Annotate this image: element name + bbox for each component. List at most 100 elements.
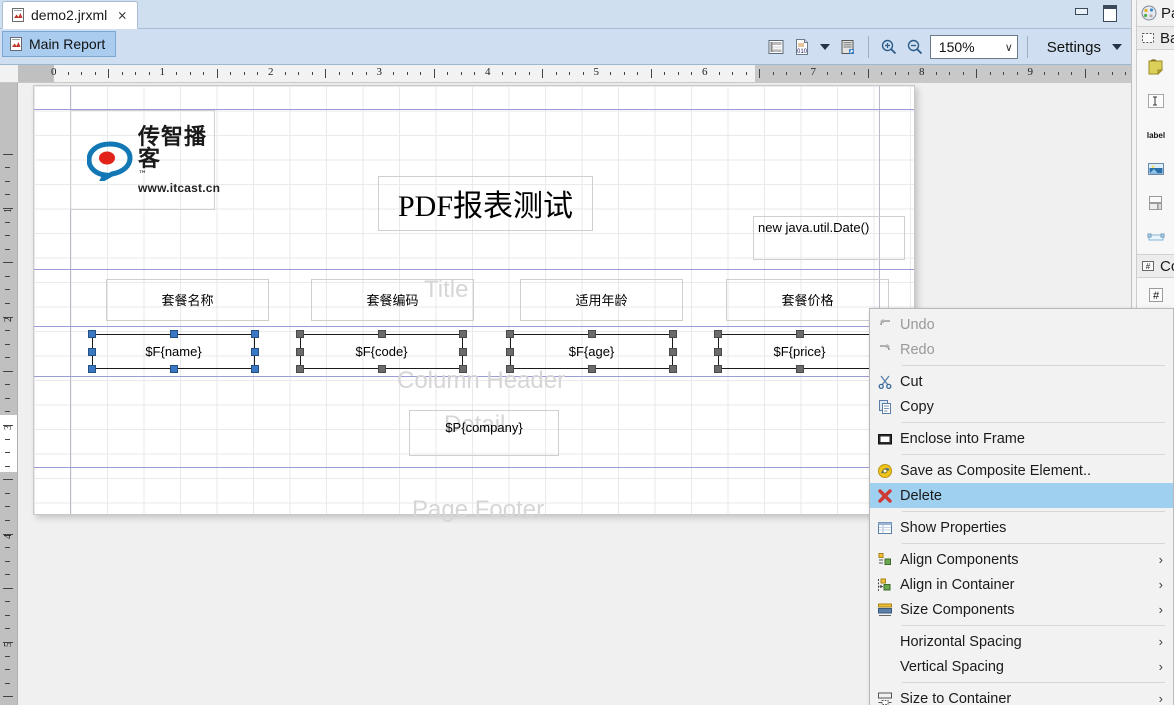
column-header-element-age[interactable]: 适用年龄 — [520, 279, 683, 321]
zoom-in-icon[interactable] — [878, 35, 900, 59]
logo-image-element[interactable]: 传智播客 ™ www.itcast.cn — [70, 110, 220, 210]
zoom-level-combobox[interactable]: 150% ∨ — [929, 35, 1018, 59]
palette-section-basic[interactable]: Basic — [1137, 26, 1174, 50]
resize-handle[interactable] — [506, 365, 514, 373]
menu-item-copy[interactable]: Copy — [870, 394, 1173, 419]
ruler-tick — [216, 69, 218, 78]
resize-handle[interactable] — [88, 347, 96, 356]
main-report-label: Main Report — [29, 36, 106, 52]
resize-handle[interactable] — [251, 330, 259, 338]
ruler-tick — [5, 682, 10, 684]
dataset-binary-icon[interactable]: 010 — [791, 35, 813, 59]
resize-handle[interactable] — [795, 330, 804, 338]
menu-item-size-components[interactable]: Size Components › — [870, 597, 1173, 622]
palette-section-components[interactable]: # Components — [1137, 254, 1174, 278]
report-page[interactable]: Title Column Header Detail Page Footer 传… — [33, 85, 915, 523]
ruler-tick — [5, 180, 10, 182]
maximize-icon[interactable] — [1101, 4, 1117, 22]
resize-handle[interactable] — [587, 365, 596, 373]
menu-item-save-as-composite-element[interactable]: Save as Composite Element.. — [870, 458, 1173, 483]
preview-icon[interactable] — [837, 35, 859, 59]
ruler-tick — [5, 492, 10, 494]
minimize-icon[interactable] — [1073, 4, 1089, 18]
page-footer-element[interactable]: $P{company} — [409, 410, 559, 456]
column-header-element-price[interactable]: 套餐价格 — [726, 279, 889, 321]
resize-handle[interactable] — [88, 330, 96, 338]
menu-item-size-to-container[interactable]: Size to Container › — [870, 686, 1173, 705]
detail-field-code[interactable]: $F{code} — [300, 334, 463, 369]
detail-field-name[interactable]: $F{name} — [92, 334, 255, 369]
menu-item-label: Save as Composite Element.. — [900, 462, 1092, 479]
resize-handle[interactable] — [714, 330, 722, 338]
palette-item-page-number[interactable]: # — [1137, 278, 1174, 312]
column-header-element-code[interactable]: 套餐编码 — [311, 279, 474, 321]
menu-item-horizontal-spacing[interactable]: Horizontal Spacing › — [870, 629, 1173, 654]
itcast-logo-mark — [87, 140, 133, 181]
detail-field-age[interactable]: $F{age} — [510, 334, 673, 369]
menu-item-cut[interactable]: Cut — [870, 369, 1173, 394]
frame-icon — [870, 428, 900, 450]
ruler-tick — [5, 519, 10, 521]
properties-icon — [870, 517, 900, 539]
horizontal-ruler: 0 1 2 3 4 5 6 7 8 9 — [0, 65, 1131, 83]
resize-handle[interactable] — [296, 330, 304, 338]
copy-icon — [870, 396, 900, 418]
zoom-out-icon[interactable] — [904, 35, 926, 59]
ruler-tick — [189, 72, 191, 75]
resize-handle[interactable] — [506, 347, 514, 356]
resize-handle[interactable] — [714, 347, 722, 356]
settings-chevron-down-icon[interactable] — [1112, 44, 1122, 50]
palette-item-image[interactable] — [1137, 152, 1174, 186]
break-icon — [1145, 192, 1167, 214]
ruler-tick — [257, 72, 259, 75]
menu-item-show-properties[interactable]: Show Properties — [870, 515, 1173, 540]
resize-handle[interactable] — [459, 365, 467, 373]
menu-item-vertical-spacing[interactable]: Vertical Spacing › — [870, 654, 1173, 679]
resize-handle[interactable] — [459, 347, 467, 356]
ruler-page-margin-left — [18, 65, 54, 82]
detail-field-price[interactable]: $F{price} — [718, 334, 881, 369]
resize-handle[interactable] — [377, 330, 386, 338]
column-header-label: 套餐价格 — [781, 294, 834, 309]
resize-handle[interactable] — [669, 330, 677, 338]
resize-handle[interactable] — [459, 330, 467, 338]
resize-handle[interactable] — [169, 365, 178, 373]
column-header-label: 适用年龄 — [575, 294, 628, 309]
resize-handle[interactable] — [296, 365, 304, 373]
context-menu[interactable]: Undo Redo Cut Copy Enclose into Frame Save as… — [869, 308, 1174, 705]
palette-item-text-field[interactable] — [1137, 84, 1174, 118]
close-icon[interactable]: ⨯ — [117, 9, 127, 21]
bands-view-icon[interactable] — [765, 35, 787, 59]
menu-item-align-components[interactable]: Align Components › — [870, 547, 1173, 572]
ruler-tick — [230, 72, 232, 75]
palette-item-note[interactable] — [1137, 50, 1174, 84]
resize-handle[interactable] — [587, 330, 596, 338]
resize-handle[interactable] — [251, 365, 259, 373]
resize-handle[interactable] — [169, 330, 178, 338]
resize-handle[interactable] — [714, 365, 722, 373]
settings-button[interactable]: Settings — [1043, 39, 1105, 56]
resize-handle[interactable] — [88, 365, 96, 373]
editor-tab-demo2[interactable]: demo2.jrxml ⨯ — [2, 1, 139, 29]
resize-handle[interactable] — [251, 347, 259, 356]
tab-main-report[interactable]: Main Report — [2, 31, 117, 57]
resize-handle[interactable] — [795, 365, 804, 373]
menu-item-align-in-container[interactable]: Align in Container › — [870, 572, 1173, 597]
detail-field-value: $F{price} — [773, 344, 826, 359]
menu-item-no-icon — [870, 656, 900, 678]
resize-handle[interactable] — [669, 365, 677, 373]
menu-item-enclose-into-frame[interactable]: Enclose into Frame — [870, 426, 1173, 451]
resize-handle[interactable] — [506, 330, 514, 338]
column-header-element-name[interactable]: 套餐名称 — [106, 279, 269, 321]
palette-item-label[interactable]: label — [1137, 118, 1174, 152]
menu-item-delete[interactable]: Delete — [870, 483, 1173, 508]
resize-handle[interactable] — [669, 347, 677, 356]
palette-item-line[interactable] — [1137, 220, 1174, 254]
title-text-element[interactable]: PDF报表测试 — [378, 176, 593, 231]
ruler-tick — [135, 72, 137, 75]
chevron-down-icon[interactable] — [819, 44, 830, 50]
resize-handle[interactable] — [377, 365, 386, 373]
resize-handle[interactable] — [296, 347, 304, 356]
date-text-element[interactable]: new java.util.Date() — [753, 216, 905, 260]
palette-item-break[interactable] — [1137, 186, 1174, 220]
